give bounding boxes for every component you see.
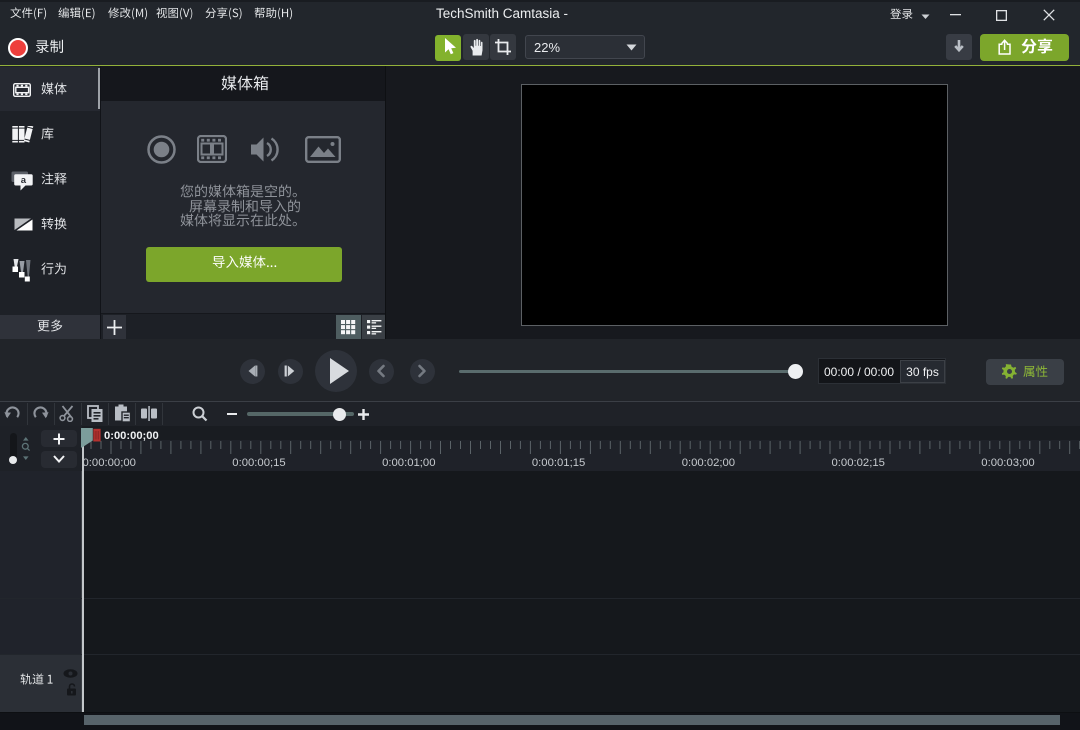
svg-text:a: a bbox=[21, 175, 27, 186]
